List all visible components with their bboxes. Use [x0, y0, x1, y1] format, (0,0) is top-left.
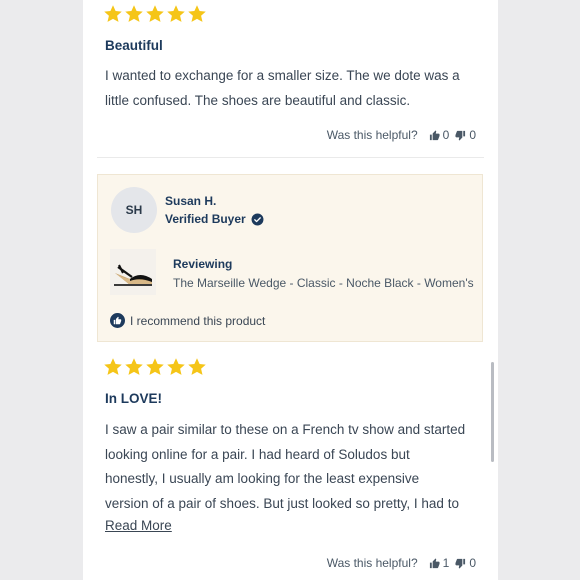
- helpful-row: Was this helpful? 0 0: [327, 128, 476, 142]
- star-icon: [187, 357, 207, 377]
- recommend-text: I recommend this product: [130, 313, 266, 328]
- thumbs-up-count: 0: [442, 128, 450, 142]
- thumbs-up-count: 1: [442, 556, 450, 570]
- helpful-label: Was this helpful?: [326, 128, 418, 142]
- star-icon: [124, 4, 144, 24]
- thumbs-down-icon: [455, 558, 466, 569]
- star-icon: [124, 357, 144, 377]
- scrollbar[interactable]: [491, 362, 494, 462]
- recommend-thumbs-up-icon: [110, 313, 125, 328]
- product-name-link[interactable]: The Marseille Wedge - Classic - Noche Bl…: [173, 276, 474, 290]
- star-icon: [145, 4, 165, 24]
- star-icon: [166, 357, 186, 377]
- review-1-stars: [103, 4, 207, 24]
- reviewing-label: Reviewing: [173, 257, 233, 271]
- verified-label: Verified Buyer: [165, 212, 246, 226]
- reviewer-name: Susan H.: [165, 194, 217, 208]
- reviews-panel: Beautiful I wanted to exchange for a sma…: [83, 0, 498, 580]
- star-icon: [103, 357, 123, 377]
- thumbs-down-icon: [455, 130, 466, 141]
- thumbs-down-button[interactable]: 0: [455, 128, 476, 142]
- thumbs-down-count: 0: [469, 556, 476, 570]
- review-body-line: version of a pair of shoes. But just loo…: [105, 495, 459, 511]
- review-body-line: little confused. The shoes are beautiful…: [105, 92, 411, 108]
- review-body-line: looking online for a pair. I had heard o…: [105, 446, 410, 462]
- review-title: In LOVE!: [105, 391, 162, 406]
- reviewer-card: SH Susan H. Verified Buyer Reviewing The…: [97, 174, 483, 342]
- star-icon: [187, 4, 207, 24]
- divider: [97, 157, 484, 158]
- helpful-label: Was this helpful?: [326, 556, 418, 570]
- product-thumbnail[interactable]: [110, 249, 156, 295]
- review-2-stars: [103, 357, 207, 377]
- read-more-link[interactable]: Read More: [105, 518, 172, 533]
- recommend-row: I recommend this product: [110, 313, 265, 328]
- review-body-line: I saw a pair similar to these on a Frenc…: [105, 422, 466, 437]
- thumbs-up-icon: [429, 557, 440, 568]
- verified-buyer-badge: Verified Buyer: [165, 212, 264, 226]
- star-icon: [145, 357, 165, 377]
- thumbs-up-button[interactable]: 0: [429, 128, 450, 142]
- review-title: Beautiful: [105, 38, 163, 53]
- thumbs-down-count: 0: [469, 128, 476, 142]
- thumbs-down-button[interactable]: 0: [455, 556, 476, 570]
- review-body: I saw a pair similar to these on a Frenc…: [105, 418, 475, 516]
- star-icon: [166, 4, 186, 24]
- review-body-line: I wanted to exchange for a smaller size.…: [105, 68, 460, 83]
- review-body: I wanted to exchange for a smaller size.…: [105, 64, 475, 113]
- star-icon: [103, 4, 123, 24]
- thumbs-up-icon: [429, 129, 440, 140]
- avatar: SH: [111, 187, 157, 233]
- helpful-row: Was this helpful? 1 0: [327, 556, 476, 570]
- verified-check-icon: [251, 213, 264, 225]
- thumbs-up-button[interactable]: 1: [429, 556, 450, 570]
- review-body-line: honestly, I usually am looking for the l…: [105, 471, 420, 486]
- wedge-shoe-image: [110, 249, 156, 295]
